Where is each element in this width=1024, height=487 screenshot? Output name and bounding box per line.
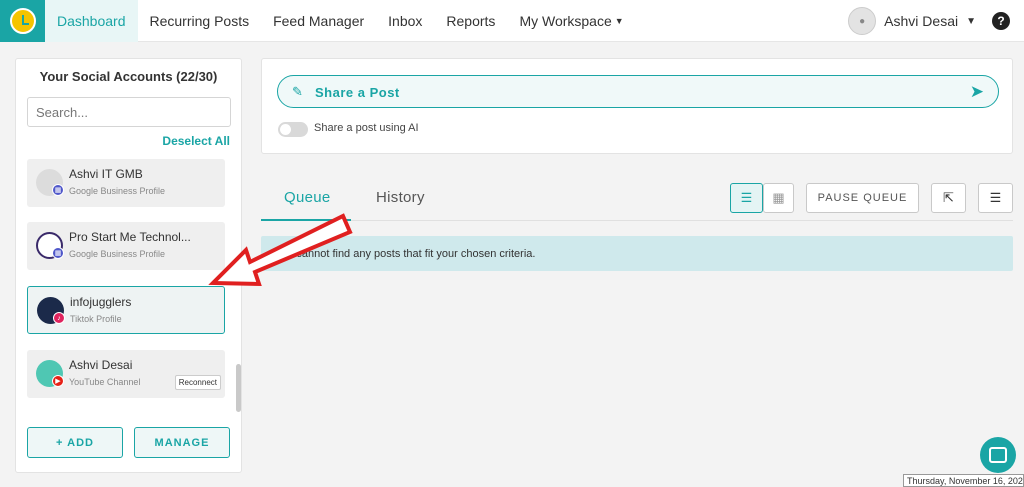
account-type: YouTube Channel bbox=[69, 377, 141, 387]
account-item[interactable]: ▶ Ashvi Desai YouTube Channel Reconnect bbox=[27, 350, 225, 398]
chat-support-icon[interactable] bbox=[980, 437, 1016, 473]
clock-check-icon bbox=[9, 7, 36, 34]
ai-toggle[interactable] bbox=[278, 122, 308, 137]
tiktok-icon: ♪ bbox=[53, 312, 65, 324]
nav-reports[interactable]: Reports bbox=[434, 0, 507, 42]
nav-feed-manager[interactable]: Feed Manager bbox=[261, 0, 376, 42]
google-business-icon: ▦ bbox=[52, 247, 64, 259]
search-input[interactable] bbox=[27, 97, 231, 127]
tab-queue[interactable]: Queue bbox=[284, 189, 331, 206]
edit-icon: ✎ bbox=[292, 84, 303, 99]
account-name: Ashvi IT GMB bbox=[69, 167, 143, 181]
help-icon[interactable]: ? bbox=[992, 12, 1010, 30]
send-icon[interactable]: ➤ bbox=[970, 82, 984, 102]
scrollbar-thumb[interactable] bbox=[236, 364, 241, 412]
account-type: Google Business Profile bbox=[69, 249, 166, 259]
share-export-button[interactable]: ⇱ bbox=[931, 183, 966, 213]
nav-recurring-posts[interactable]: Recurring Posts bbox=[138, 0, 262, 42]
top-nav: Dashboard Recurring Posts Feed Manager I… bbox=[0, 0, 1024, 42]
account-name: infojugglers bbox=[70, 295, 132, 309]
share-export-icon: ⇱ bbox=[943, 190, 954, 205]
account-item[interactable]: ▦ Ashvi IT GMB Google Business Profile bbox=[27, 159, 225, 207]
pause-queue-button[interactable]: PAUSE QUEUE bbox=[806, 183, 919, 213]
avatar: ● bbox=[848, 7, 877, 35]
calendar-view-button[interactable]: ▦ bbox=[763, 183, 794, 213]
user-name: Ashvi Desai bbox=[884, 13, 959, 29]
add-account-button[interactable]: + ADD bbox=[27, 427, 123, 458]
taskbar-date: Thursday, November 16, 2023 bbox=[903, 474, 1024, 487]
manage-accounts-button[interactable]: MANAGE bbox=[134, 427, 230, 458]
panel-title: Your Social Accounts (22/30) bbox=[39, 69, 218, 84]
chevron-down-icon: ▼ bbox=[614, 15, 624, 26]
account-name: Pro Start Me Technol... bbox=[69, 230, 191, 244]
account-item[interactable]: ▦ Pro Start Me Technol... Google Busines… bbox=[27, 222, 225, 270]
share-post-input[interactable]: ✎ Share a Post ➤ bbox=[277, 75, 999, 108]
nav-inbox[interactable]: Inbox bbox=[376, 0, 434, 42]
account-name: Ashvi Desai bbox=[69, 358, 133, 372]
sliders-icon: ☰ bbox=[989, 190, 1002, 205]
youtube-icon: ▶ bbox=[52, 375, 64, 387]
google-business-icon: ▦ bbox=[52, 184, 64, 196]
user-menu[interactable]: ● Ashvi Desai ▼ bbox=[848, 7, 976, 35]
chevron-down-icon: ▼ bbox=[966, 15, 976, 27]
nav-my-workspace[interactable]: My Workspace ▼ bbox=[507, 0, 635, 42]
active-tab-indicator bbox=[261, 219, 351, 221]
calendar-icon: ▦ bbox=[772, 190, 785, 205]
share-post-label: Share a Post bbox=[315, 85, 400, 100]
social-accounts-panel: Your Social Accounts (22/30) Deselect Al… bbox=[15, 58, 242, 473]
nav-dashboard[interactable]: Dashboard bbox=[45, 0, 138, 42]
list-icon: ☰ bbox=[740, 190, 753, 205]
app-logo[interactable] bbox=[0, 0, 45, 42]
account-item-selected[interactable]: ♪ infojugglers Tiktok Profile bbox=[27, 286, 225, 334]
queue-tabs: Queue History ☰ ▦ PAUSE QUEUE ⇱ ☰ bbox=[261, 180, 1013, 221]
ai-toggle-label: Share a post using AI bbox=[314, 122, 419, 134]
share-post-card: ✎ Share a Post ➤ Share a post using AI bbox=[261, 58, 1013, 154]
filter-button[interactable]: ☰ bbox=[978, 183, 1013, 213]
reconnect-button[interactable]: Reconnect bbox=[174, 375, 221, 390]
account-type: Tiktok Profile bbox=[70, 314, 122, 324]
empty-queue-notice: We cannot find any posts that fit your c… bbox=[261, 236, 1013, 271]
nav-my-workspace-label: My Workspace bbox=[519, 12, 612, 29]
tab-history[interactable]: History bbox=[376, 189, 425, 206]
list-view-button[interactable]: ☰ bbox=[730, 183, 763, 213]
account-type: Google Business Profile bbox=[69, 186, 166, 196]
deselect-all-link[interactable]: Deselect All bbox=[162, 134, 230, 148]
